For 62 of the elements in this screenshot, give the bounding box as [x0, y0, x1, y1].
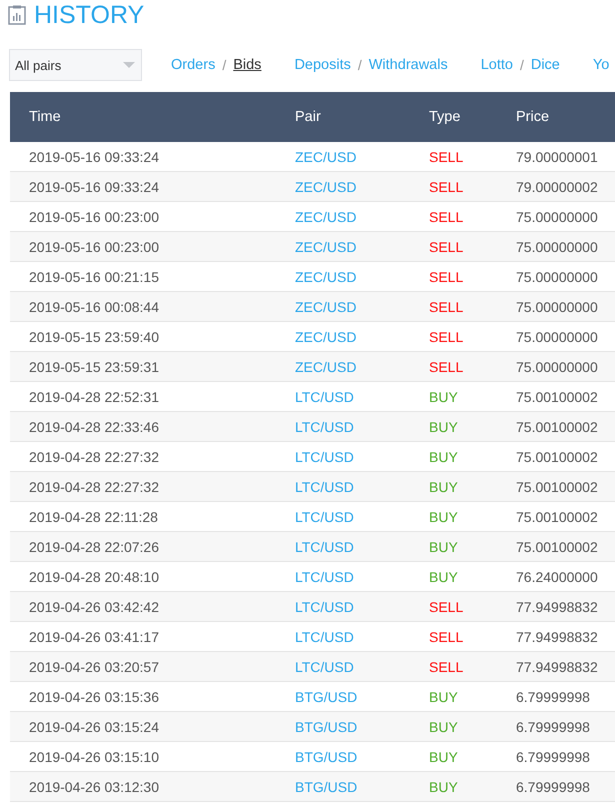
time-cell: 2019-04-26 03:15:24 [10, 712, 276, 742]
price-cell: 77.94998832 [497, 652, 615, 682]
price-cell: 79.00000002 [497, 172, 615, 202]
column-header: Type [410, 92, 497, 142]
price-cell: 75.00100002 [497, 532, 615, 562]
pair-cell: ZEC/USD [276, 352, 410, 382]
type-cell: SELL [410, 652, 497, 682]
caret-icon [123, 62, 135, 68]
pair-cell: BTG/USD [276, 712, 410, 742]
type-cell: SELL [410, 352, 497, 382]
type-cell: SELL [410, 592, 497, 622]
nav-link[interactable]: Bids [233, 57, 262, 73]
price-cell: 75.00100002 [497, 412, 615, 442]
separator-slash: / [520, 57, 524, 73]
price-cell: 77.94998832 [497, 592, 615, 622]
time-cell: 2019-05-16 09:33:24 [10, 172, 276, 202]
price-cell: 75.00100002 [497, 472, 615, 502]
type-cell: BUY [410, 412, 497, 442]
time-cell: 2019-04-26 03:42:42 [10, 592, 276, 622]
pair-cell: LTC/USD [276, 652, 410, 682]
nav-link[interactable]: Dice [530, 57, 560, 73]
price-cell: 6.79999998 [497, 712, 615, 742]
pair-cell: LTC/USD [276, 592, 410, 622]
column-header: Price [497, 92, 615, 142]
separator-slash: / [222, 57, 226, 73]
page-title: HISTORY [34, 2, 144, 28]
time-cell: 2019-04-28 22:27:32 [10, 472, 276, 502]
time-cell: 2019-04-26 03:12:30 [10, 772, 276, 802]
column-header: Pair [276, 92, 410, 142]
price-cell: 75.00000000 [497, 232, 615, 262]
pair-cell: ZEC/USD [276, 232, 410, 262]
pair-cell: BTG/USD [276, 772, 410, 802]
pair-cell: ZEC/USD [276, 292, 410, 322]
type-cell: SELL [410, 292, 497, 322]
time-cell: 2019-05-15 23:59:31 [10, 352, 276, 382]
pair-dropdown[interactable]: All pairs [9, 49, 142, 81]
type-cell: BUY [410, 472, 497, 502]
nav-link[interactable]: Withdrawals [368, 57, 448, 73]
report-icon [8, 5, 26, 25]
time-cell: 2019-04-28 22:07:26 [10, 532, 276, 562]
column-header: Time [10, 92, 276, 142]
type-cell: BUY [410, 772, 497, 802]
time-cell: 2019-04-26 03:20:57 [10, 652, 276, 682]
time-cell: 2019-05-16 00:08:44 [10, 292, 276, 322]
type-cell: SELL [410, 232, 497, 262]
separator-slash: / [358, 57, 362, 73]
type-cell: BUY [410, 712, 497, 742]
pair-cell: LTC/USD [276, 532, 410, 562]
nav-link[interactable]: Yo [592, 57, 610, 73]
pair-cell: ZEC/USD [276, 172, 410, 202]
nav-link[interactable]: Orders [171, 57, 216, 73]
pair-cell: LTC/USD [276, 412, 410, 442]
type-cell: SELL [410, 172, 497, 202]
price-cell: 6.79999998 [497, 772, 615, 802]
nav-link[interactable]: Lotto [480, 57, 513, 73]
type-cell: BUY [410, 532, 497, 562]
price-cell: 75.00000000 [497, 292, 615, 322]
time-cell: 2019-04-28 22:33:46 [10, 412, 276, 442]
time-cell: 2019-05-16 00:23:00 [10, 232, 276, 262]
nav-link[interactable]: Deposits [294, 57, 351, 73]
price-cell: 75.00000000 [497, 352, 615, 382]
pair-cell: LTC/USD [276, 472, 410, 502]
